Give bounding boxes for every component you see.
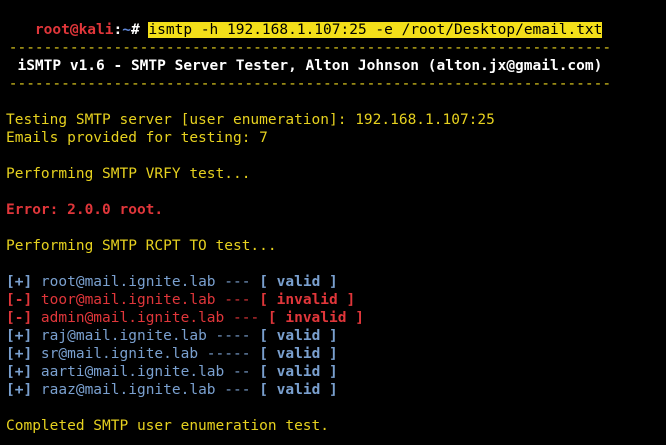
- banner-rule-top: ----------------------------------------…: [0, 40, 612, 56]
- result-row: [+] sr@mail.ignite.lab ----- [ valid ]: [6, 345, 338, 363]
- result-status: [ valid ]: [259, 346, 338, 362]
- prompt-user-host: root@kali: [34, 22, 114, 38]
- result-email: raaz@mail.ignite.lab ---: [32, 382, 260, 398]
- testing-server-line: Testing SMTP server [user enumeration]: …: [6, 112, 495, 128]
- banner-title: iSMTP v1.6 - SMTP Server Tester, Alton J…: [0, 58, 603, 74]
- result-marker: [+]: [6, 274, 33, 290]
- result-email: aarti@mail.ignite.lab --: [32, 364, 260, 380]
- result-email: toor@mail.ignite.lab ---: [32, 292, 260, 308]
- result-email: root@mail.ignite.lab ---: [32, 274, 260, 290]
- result-marker: [+]: [6, 328, 33, 344]
- result-status: [ invalid ]: [267, 310, 364, 326]
- result-email: admin@mail.ignite.lab ---: [32, 310, 268, 326]
- result-row: [-] admin@mail.ignite.lab --- [ invalid …: [6, 309, 364, 327]
- banner-rule-bottom: ----------------------------------------…: [0, 76, 612, 92]
- prompt-path: ~: [122, 22, 131, 38]
- completed-line: Completed SMTP user enumeration test.: [6, 418, 330, 434]
- result-marker: [-]: [6, 292, 33, 308]
- result-status: [ valid ]: [259, 382, 338, 398]
- result-email: sr@mail.ignite.lab -----: [32, 346, 260, 362]
- result-status: [ invalid ]: [259, 292, 356, 308]
- prompt-symbol: #: [130, 22, 149, 38]
- result-row: [-] toor@mail.ignite.lab --- [ invalid ]: [6, 291, 355, 309]
- prompt-separator: :: [113, 22, 123, 38]
- error-line: Error: 2.0.0 root.: [6, 202, 164, 218]
- result-row: [+] raj@mail.ignite.lab ---- [ valid ]: [6, 327, 338, 345]
- result-status: [ valid ]: [259, 364, 338, 380]
- result-row: [+] aarti@mail.ignite.lab -- [ valid ]: [6, 363, 338, 381]
- result-marker: [+]: [6, 364, 33, 380]
- result-status: [ valid ]: [259, 274, 338, 290]
- result-marker: [+]: [6, 346, 33, 362]
- command-input[interactable]: ismtp -h 192.168.1.107:25 -e /root/Deskt…: [148, 22, 603, 38]
- result-status: [ valid ]: [259, 328, 338, 344]
- result-marker: [+]: [6, 382, 33, 398]
- emails-provided-line: Emails provided for testing: 7: [6, 130, 268, 146]
- rcpt-test-line: Performing SMTP RCPT TO test...: [6, 238, 277, 254]
- terminal-window[interactable]: root@kali:~# ismtp -h 192.168.1.107:25 -…: [0, 0, 666, 445]
- command-prompt-line: root@kali:~# ismtp -h 192.168.1.107:25 -…: [0, 3, 603, 38]
- result-row: [+] root@mail.ignite.lab --- [ valid ]: [6, 273, 338, 291]
- result-marker: [-]: [6, 310, 33, 326]
- result-email: raj@mail.ignite.lab ----: [32, 328, 260, 344]
- vrfy-test-line: Performing SMTP VRFY test...: [6, 166, 251, 182]
- result-row: [+] raaz@mail.ignite.lab --- [ valid ]: [6, 381, 338, 399]
